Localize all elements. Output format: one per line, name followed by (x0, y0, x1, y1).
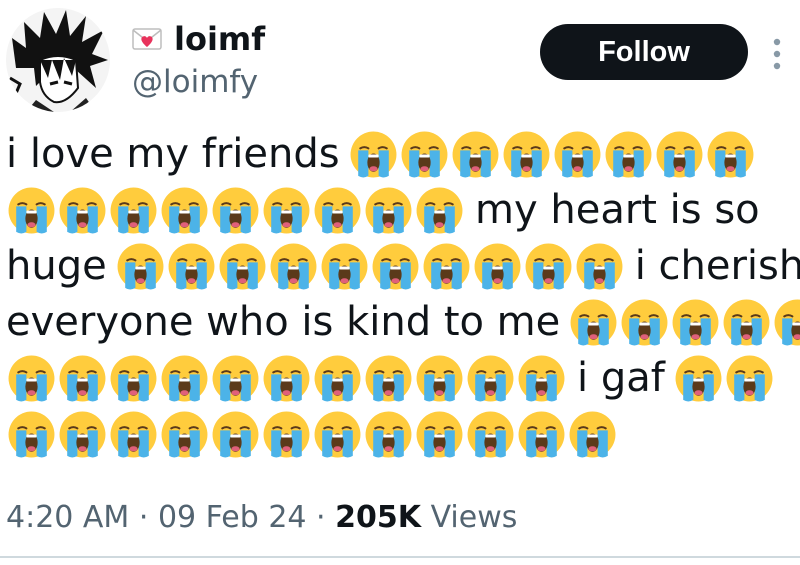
loudly-crying-face-icon (217, 241, 268, 292)
loudly-crying-face-icon (619, 297, 670, 348)
tweet-text-line: i love my friends (6, 126, 796, 182)
loudly-crying-face-icon (159, 409, 210, 460)
tweet-card: loimf @loimfy Follow i love my friends m… (0, 0, 800, 565)
tweet-text-line (6, 406, 796, 462)
loudly-crying-face-icon (159, 353, 210, 404)
tweet-meta: 4:20 AM · 09 Feb 24 · 205K Views (6, 498, 517, 538)
loudly-crying-face-icon (574, 241, 625, 292)
loudly-crying-face-icon (268, 241, 319, 292)
loudly-crying-face-icon (516, 353, 567, 404)
loudly-crying-face-icon (516, 409, 567, 460)
loudly-crying-face-icon (166, 241, 217, 292)
tweet-text-segment: huge (6, 243, 107, 289)
loudly-crying-face-icon (673, 353, 724, 404)
tweet-text: i love my friends my heart is so huge i … (6, 126, 800, 462)
tweet-time[interactable]: 4:20 AM (6, 500, 129, 535)
loudly-crying-face-icon (115, 241, 166, 292)
loudly-crying-face-icon (772, 297, 800, 348)
loudly-crying-face-icon (399, 129, 450, 180)
loudly-crying-face-icon (421, 241, 472, 292)
tweet-text-line: i gaf (6, 350, 796, 406)
tweet-text-segment: i cherish (634, 243, 800, 289)
loudly-crying-face-icon (501, 129, 552, 180)
tweet-text-segment: i gaf (577, 355, 665, 401)
loudly-crying-face-icon (363, 353, 414, 404)
loudly-crying-face-icon (312, 353, 363, 404)
loudly-crying-face-icon (108, 353, 159, 404)
loudly-crying-face-icon (312, 409, 363, 460)
tweet-text-segment: my heart is so (475, 187, 760, 233)
loudly-crying-face-icon (261, 353, 312, 404)
loudly-crying-face-icon (57, 353, 108, 404)
loudly-crying-face-icon (6, 353, 57, 404)
loudly-crying-face-icon (210, 353, 261, 404)
loudly-crying-face-icon (705, 129, 756, 180)
loudly-crying-face-icon (210, 409, 261, 460)
tweet-date[interactable]: 09 Feb 24 (158, 500, 307, 535)
loudly-crying-face-icon (57, 409, 108, 460)
loudly-crying-face-icon (414, 409, 465, 460)
avatar[interactable] (6, 8, 110, 112)
views-count[interactable]: 205K (335, 500, 421, 535)
loudly-crying-face-icon (370, 241, 421, 292)
views-label[interactable]: Views (431, 500, 518, 535)
meta-separator: · (138, 500, 149, 535)
tweet-text-line: huge i cherish (6, 238, 800, 294)
loudly-crying-face-icon (348, 129, 399, 180)
tweet-text-segment: i love my friends (6, 131, 340, 177)
user-handle[interactable]: @loimfy (132, 62, 258, 102)
loudly-crying-face-icon (724, 353, 775, 404)
author-name-row: loimf (132, 20, 265, 58)
loudly-crying-face-icon (465, 409, 516, 460)
loudly-crying-face-icon (414, 353, 465, 404)
loudly-crying-face-icon (670, 297, 721, 348)
loudly-crying-face-icon (363, 185, 414, 236)
loudly-crying-face-icon (261, 409, 312, 460)
loudly-crying-face-icon (552, 129, 603, 180)
loudly-crying-face-icon (523, 241, 574, 292)
loudly-crying-face-icon (57, 185, 108, 236)
loudly-crying-face-icon (6, 185, 57, 236)
loudly-crying-face-icon (414, 185, 465, 236)
loudly-crying-face-icon (108, 409, 159, 460)
tweet-text-line: everyone who is kind to me (6, 294, 800, 350)
loudly-crying-face-icon (261, 185, 312, 236)
loudly-crying-face-icon (721, 297, 772, 348)
loudly-crying-face-icon (450, 129, 501, 180)
tweet-text-segment: everyone who is kind to me (6, 299, 561, 345)
loudly-crying-face-icon (568, 297, 619, 348)
loudly-crying-face-icon (603, 129, 654, 180)
more-vertical-icon[interactable] (770, 36, 784, 72)
loudly-crying-face-icon (319, 241, 370, 292)
display-name[interactable]: loimf (174, 20, 265, 58)
loudly-crying-face-icon (472, 241, 523, 292)
divider (0, 556, 800, 558)
loudly-crying-face-icon (567, 409, 618, 460)
tweet-text-line: my heart is so (6, 182, 796, 238)
loudly-crying-face-icon (159, 185, 210, 236)
loudly-crying-face-icon (654, 129, 705, 180)
loudly-crying-face-icon (108, 185, 159, 236)
loudly-crying-face-icon (363, 409, 414, 460)
loudly-crying-face-icon (465, 353, 516, 404)
loudly-crying-face-icon (6, 409, 57, 460)
loudly-crying-face-icon (312, 185, 363, 236)
love-letter-icon (132, 27, 162, 51)
loudly-crying-face-icon (210, 185, 261, 236)
meta-separator: · (316, 500, 326, 535)
follow-button[interactable]: Follow (540, 24, 748, 80)
